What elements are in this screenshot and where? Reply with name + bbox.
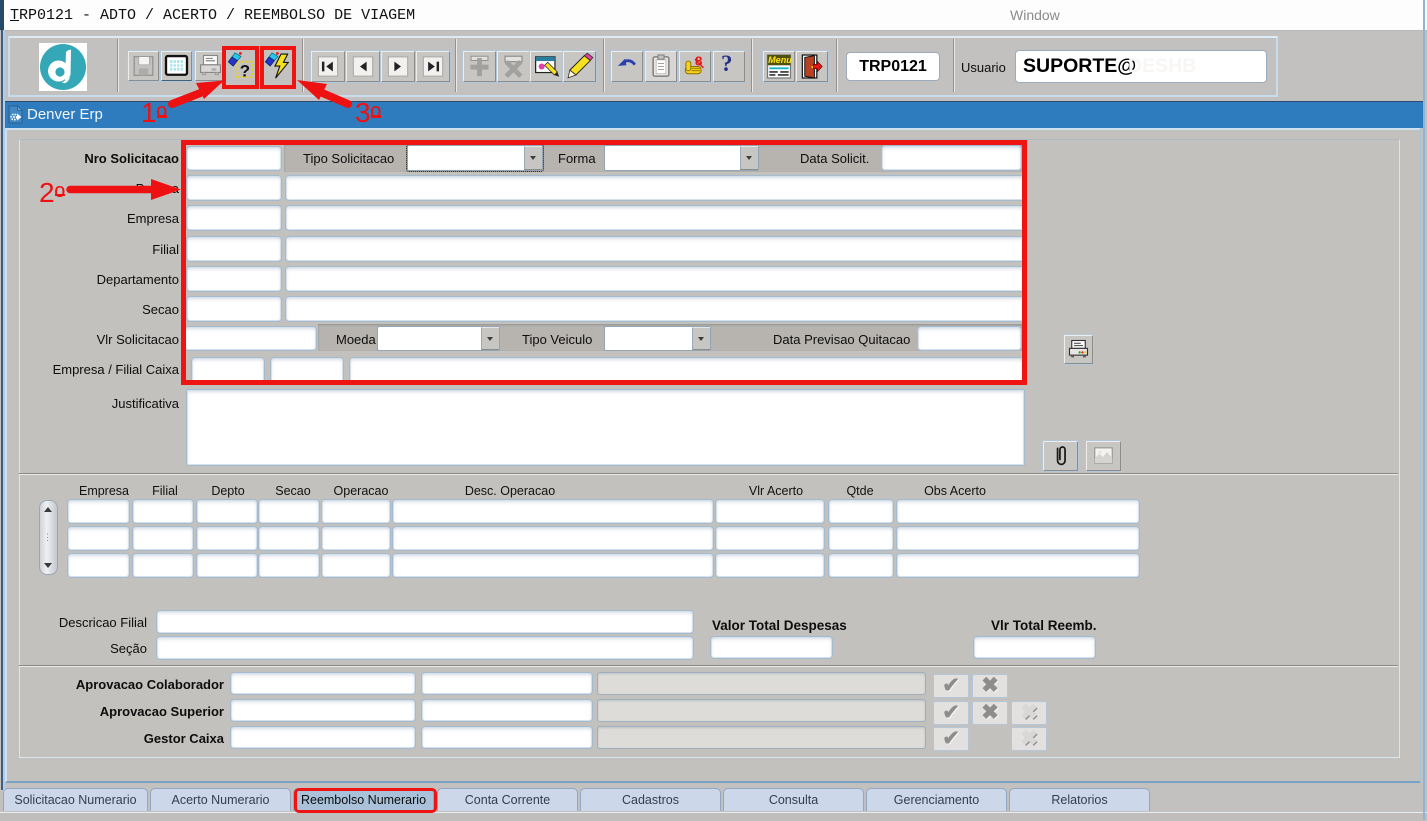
svg-text:Menu: Menu [768, 55, 792, 65]
